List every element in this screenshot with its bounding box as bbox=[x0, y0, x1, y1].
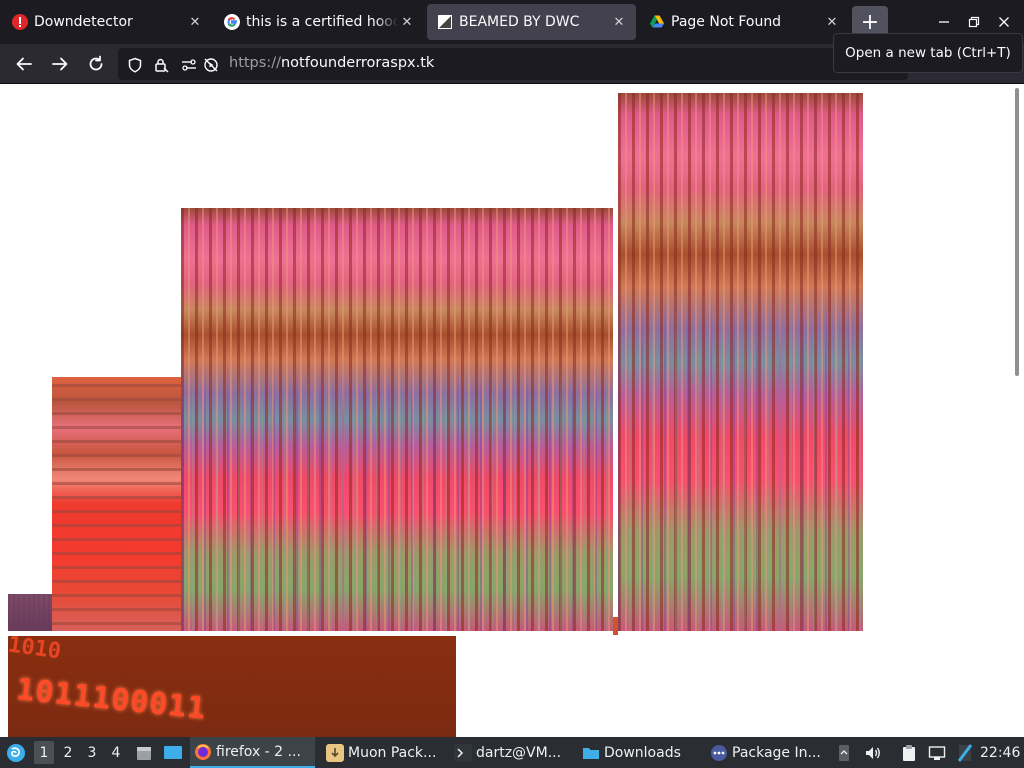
close-tab-icon[interactable]: ✕ bbox=[610, 13, 628, 31]
workspace-3[interactable]: 3 bbox=[82, 741, 102, 764]
close-tab-icon[interactable]: ✕ bbox=[823, 13, 841, 31]
clock[interactable]: 22:46 bbox=[980, 737, 1022, 768]
taskbar-window-downloads[interactable]: Downloads bbox=[580, 737, 698, 768]
package-info-icon bbox=[710, 744, 728, 762]
tab-title: Page Not Found bbox=[671, 14, 782, 30]
tab-certified-hood[interactable]: this is a certified hood ✕ bbox=[214, 4, 424, 40]
tab-downdetector[interactable]: Downdetector ✕ bbox=[2, 4, 212, 40]
tab-beamed-by-dwc[interactable]: BEAMED BY DWC ✕ bbox=[427, 4, 636, 40]
folder-icon bbox=[582, 744, 600, 762]
url-scheme: https:// bbox=[229, 55, 281, 71]
shield-icon[interactable] bbox=[126, 56, 144, 74]
package-icon bbox=[326, 743, 344, 762]
tab-title: BEAMED BY DWC bbox=[459, 14, 580, 30]
show-desktop-icon[interactable] bbox=[162, 737, 184, 768]
taskbar-window-firefox[interactable]: firefox - 2 ... bbox=[190, 737, 315, 768]
taskbar-window-muon[interactable]: Muon Pack... bbox=[322, 737, 442, 768]
google-icon bbox=[224, 14, 240, 30]
restore-icon[interactable] bbox=[964, 12, 984, 32]
url-host: notfounderroraspx.tk bbox=[280, 55, 435, 71]
taskbar-window-label: Package In... bbox=[732, 744, 821, 761]
clipboard-icon[interactable] bbox=[898, 737, 920, 768]
close-tab-icon[interactable]: ✕ bbox=[398, 13, 416, 31]
tray-expander-icon[interactable] bbox=[836, 737, 852, 768]
workspace-1[interactable]: 1 bbox=[34, 741, 54, 764]
close-window-icon[interactable] bbox=[994, 12, 1014, 32]
url-text[interactable]: https://notfounderroraspx.tk bbox=[229, 55, 434, 71]
glitch-art-thumbnail bbox=[8, 594, 52, 631]
page-content: 1010 1011100011 bbox=[0, 85, 1024, 737]
glitch-art-image bbox=[52, 377, 181, 631]
taskbar-window-label: firefox - 2 ... bbox=[216, 743, 301, 760]
firefox-icon bbox=[194, 743, 212, 761]
file-manager-launcher-icon[interactable] bbox=[134, 737, 154, 768]
taskbar-window-package-info[interactable]: Package In... bbox=[708, 737, 830, 768]
minimize-icon[interactable] bbox=[934, 12, 954, 32]
taskbar-window-label: dartz@VM... bbox=[476, 744, 562, 761]
page-image-icon bbox=[437, 14, 453, 30]
lock-icon[interactable] bbox=[152, 56, 170, 74]
page-scrollbar[interactable] bbox=[1015, 88, 1019, 376]
tab-title: this is a certified hood bbox=[246, 14, 398, 30]
google-drive-icon bbox=[649, 14, 665, 30]
glitch-art-image bbox=[181, 208, 613, 631]
taskbar-window-label: Muon Pack... bbox=[348, 744, 437, 761]
terminal-icon bbox=[454, 743, 472, 762]
image-fragment bbox=[613, 617, 618, 635]
autoplay-blocked-icon[interactable] bbox=[202, 56, 220, 74]
tab-page-not-found[interactable]: Page Not Found ✕ bbox=[639, 4, 849, 40]
workspace-2[interactable]: 2 bbox=[58, 741, 78, 764]
binary-text-top: 1010 bbox=[8, 636, 63, 665]
close-tab-icon[interactable]: ✕ bbox=[186, 13, 204, 31]
new-tab-tooltip: Open a new tab (Ctrl+T) bbox=[833, 33, 1023, 73]
permissions-icon[interactable] bbox=[180, 56, 198, 74]
binary-text: 1011100011 bbox=[14, 672, 208, 727]
taskbar-window-terminal[interactable]: dartz@VM... bbox=[450, 737, 574, 768]
forward-icon[interactable] bbox=[48, 52, 72, 76]
url-bar[interactable]: https://notfounderroraspx.tk bbox=[118, 48, 908, 80]
volume-icon[interactable] bbox=[862, 737, 884, 768]
downdetector-icon bbox=[12, 14, 28, 30]
workspace-4[interactable]: 4 bbox=[106, 741, 126, 764]
glitch-art-image bbox=[618, 93, 863, 631]
taskbar-window-label: Downloads bbox=[604, 744, 681, 761]
tab-title: Downdetector bbox=[34, 14, 133, 30]
reload-icon[interactable] bbox=[84, 52, 108, 76]
binary-code-image: 1010 1011100011 bbox=[8, 636, 456, 737]
back-icon[interactable] bbox=[12, 52, 36, 76]
taskbar: 1 2 3 4 firefox - 2 ... Muon Pack... dar… bbox=[0, 737, 1024, 768]
network-icon[interactable] bbox=[926, 737, 948, 768]
application-menu-icon[interactable] bbox=[4, 737, 28, 768]
notifications-icon[interactable] bbox=[956, 737, 974, 768]
